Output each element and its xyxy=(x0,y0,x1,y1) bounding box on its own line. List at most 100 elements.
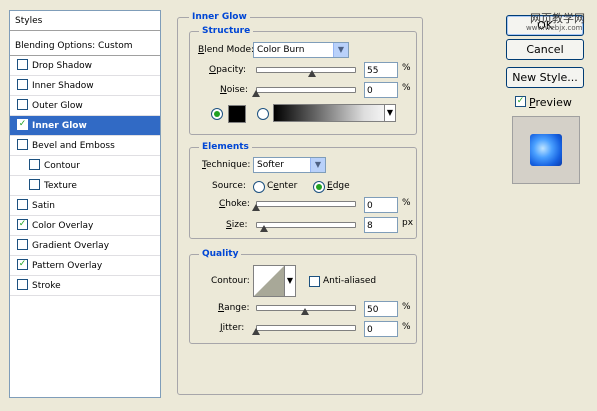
jitter-unit: % xyxy=(402,322,411,332)
anti-aliased-checkbox[interactable] xyxy=(309,276,320,287)
style-item-pattern-overlay[interactable]: ✓ Pattern Overlay xyxy=(10,256,160,276)
style-item-bevel-and-emboss[interactable]: Bevel and Emboss xyxy=(10,136,160,156)
style-item-label: Drop Shadow xyxy=(32,61,93,71)
style-item-label: Pattern Overlay xyxy=(32,261,103,271)
style-item-gradient-overlay[interactable]: Gradient Overlay xyxy=(10,236,160,256)
style-item-checkbox[interactable] xyxy=(17,79,28,90)
style-item-label: Bevel and Emboss xyxy=(32,141,115,151)
style-item-inner-shadow[interactable]: Inner Shadow xyxy=(10,76,160,96)
style-item-checkbox[interactable] xyxy=(29,159,40,170)
style-item-stroke[interactable]: Stroke xyxy=(10,276,160,296)
choke-slider-thumb[interactable] xyxy=(252,204,260,211)
style-item-label: Stroke xyxy=(32,281,61,291)
source-center-label[interactable]: Center xyxy=(267,181,297,191)
technique-select[interactable]: Softer ▼ xyxy=(253,157,326,173)
jitter-slider-thumb[interactable] xyxy=(252,328,260,335)
contour-label: Contour: xyxy=(211,276,250,286)
preview-thumbnail xyxy=(512,116,580,184)
noise-input[interactable]: 0 xyxy=(364,82,398,98)
blend-mode-label: Blend Mode: xyxy=(198,45,255,55)
chevron-down-icon: ▼ xyxy=(333,43,348,57)
size-slider[interactable] xyxy=(256,222,356,228)
source-center-radio[interactable] xyxy=(253,181,265,193)
jitter-input[interactable]: 0 xyxy=(364,321,398,337)
opacity-unit: % xyxy=(402,63,411,73)
contour-curve-icon xyxy=(254,266,284,296)
range-label: Range: xyxy=(218,303,250,313)
preview-label[interactable]: Preview xyxy=(529,96,572,109)
contour-picker[interactable] xyxy=(253,265,285,297)
style-item-satin[interactable]: Satin xyxy=(10,196,160,216)
size-label: Size: xyxy=(226,220,248,230)
source-edge-label[interactable]: Edge xyxy=(327,181,350,191)
style-item-drop-shadow[interactable]: Drop Shadow xyxy=(10,56,160,76)
style-item-checkbox[interactable]: ✓ xyxy=(17,259,28,270)
style-item-checkbox[interactable]: ✓ xyxy=(17,219,28,230)
style-item-label: Satin xyxy=(32,201,55,211)
style-item-checkbox[interactable] xyxy=(17,199,28,210)
styles-header[interactable]: Styles xyxy=(10,11,160,31)
style-item-outer-glow[interactable]: Outer Glow xyxy=(10,96,160,116)
gradient-picker[interactable] xyxy=(273,104,395,122)
style-item-checkbox[interactable] xyxy=(29,179,40,190)
blending-options-item[interactable]: Blending Options: Custom xyxy=(10,36,160,56)
technique-value: Softer xyxy=(257,160,284,170)
size-unit: px xyxy=(402,218,414,228)
preview-swatch xyxy=(530,134,562,166)
contour-dropdown-icon[interactable]: ▼ xyxy=(284,265,296,297)
gradient-dropdown-icon[interactable]: ▼ xyxy=(384,104,396,122)
style-item-label: Outer Glow xyxy=(32,101,83,111)
style-item-contour[interactable]: Contour xyxy=(10,156,160,176)
solid-color-radio[interactable] xyxy=(211,108,223,120)
new-style-button[interactable]: New Style... xyxy=(506,67,584,88)
style-item-checkbox[interactable] xyxy=(17,139,28,150)
style-item-label: Texture xyxy=(44,181,77,191)
choke-label: Choke: xyxy=(219,199,250,209)
noise-slider[interactable] xyxy=(256,87,356,93)
style-item-label: Inner Shadow xyxy=(32,81,94,91)
blend-mode-value: Color Burn xyxy=(257,45,305,55)
style-item-checkbox[interactable] xyxy=(17,99,28,110)
gradient-radio[interactable] xyxy=(257,108,269,120)
style-item-checkbox[interactable] xyxy=(17,59,28,70)
watermark-url: www.webjx.com xyxy=(526,24,583,32)
size-slider-thumb[interactable] xyxy=(260,225,268,232)
glow-color-swatch[interactable] xyxy=(228,105,246,123)
noise-unit: % xyxy=(402,83,411,93)
style-item-label: Gradient Overlay xyxy=(32,241,110,251)
jitter-label: Jitter: xyxy=(220,323,245,333)
choke-input[interactable]: 0 xyxy=(364,197,398,213)
structure-title: Structure xyxy=(199,26,254,36)
technique-label: Technique: xyxy=(202,160,251,170)
style-item-label: Contour xyxy=(44,161,80,171)
cancel-button[interactable]: Cancel xyxy=(506,39,584,60)
noise-slider-thumb[interactable] xyxy=(252,90,260,97)
opacity-input[interactable]: 55 xyxy=(364,62,398,78)
range-input[interactable]: 50 xyxy=(364,301,398,317)
range-slider-thumb[interactable] xyxy=(301,308,309,315)
opacity-slider[interactable] xyxy=(256,67,356,73)
anti-aliased-label[interactable]: Anti-aliased xyxy=(323,276,376,286)
style-item-checkbox[interactable]: ✓ xyxy=(17,119,28,130)
style-item-color-overlay[interactable]: ✓ Color Overlay xyxy=(10,216,160,236)
style-item-label: Inner Glow xyxy=(32,121,87,131)
jitter-slider[interactable] xyxy=(256,325,356,331)
opacity-label: Opacity: xyxy=(209,65,247,75)
source-label: Source: xyxy=(212,181,246,191)
elements-title: Elements xyxy=(199,142,252,152)
source-edge-radio[interactable] xyxy=(313,181,325,193)
preview-checkbox[interactable]: ✓ xyxy=(515,96,526,107)
size-input[interactable]: 8 xyxy=(364,217,398,233)
choke-slider[interactable] xyxy=(256,201,356,207)
blend-mode-select[interactable]: Color Burn ▼ xyxy=(253,42,349,58)
style-item-checkbox[interactable] xyxy=(17,279,28,290)
styles-list-panel: Styles Blending Options: Custom Drop Sha… xyxy=(9,10,161,398)
noise-label: Noise: xyxy=(220,85,248,95)
style-item-checkbox[interactable] xyxy=(17,239,28,250)
style-item-label: Color Overlay xyxy=(32,221,94,231)
chevron-down-icon: ▼ xyxy=(310,158,325,172)
opacity-slider-thumb[interactable] xyxy=(308,70,316,77)
section-title: Inner Glow xyxy=(189,12,250,22)
style-item-texture[interactable]: Texture xyxy=(10,176,160,196)
style-item-inner-glow[interactable]: ✓ Inner Glow xyxy=(10,116,160,136)
